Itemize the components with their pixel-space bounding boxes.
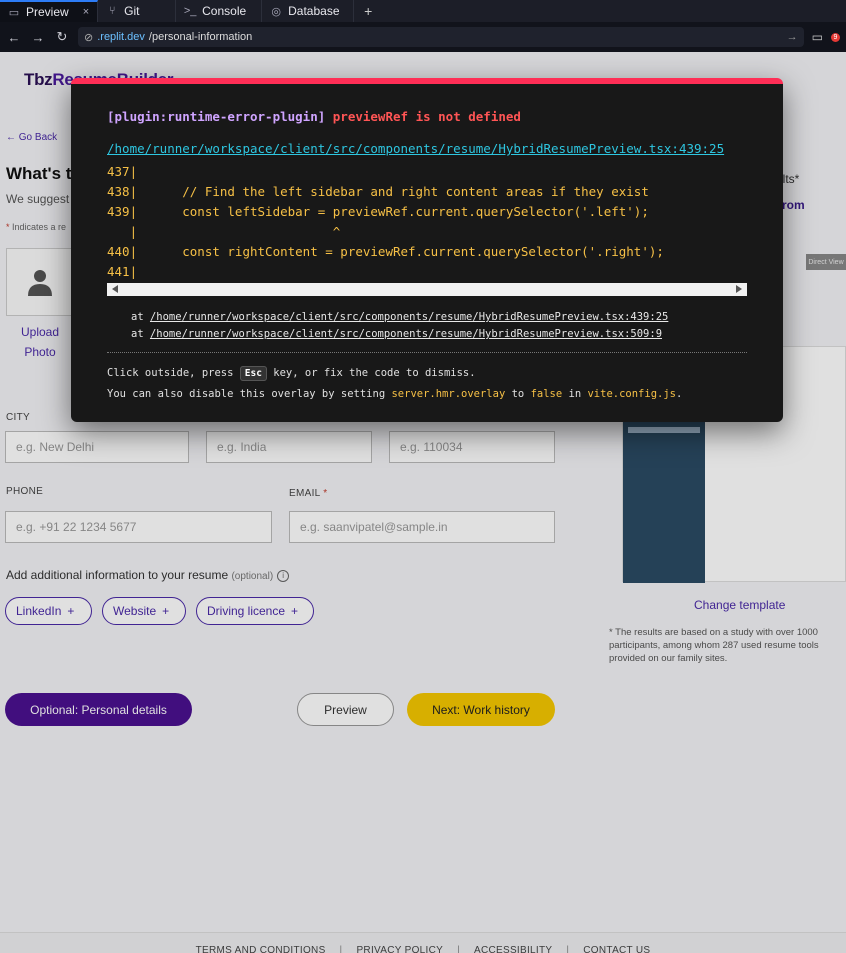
dismiss-tip: Click outside, press Esc key, or fix the…	[107, 363, 682, 404]
tip-text: You can also disable this overlay by set…	[107, 388, 392, 400]
stack-line: at /home/runner/workspace/client/src/com…	[131, 326, 668, 343]
scroll-left-icon[interactable]	[112, 285, 118, 293]
tab-label: Git	[124, 4, 140, 18]
open-external-icon[interactable]: →	[787, 31, 798, 43]
scroll-right-icon[interactable]	[736, 285, 742, 293]
url-actions: ▭ 9	[812, 30, 840, 44]
notification-badge[interactable]: 9	[831, 32, 840, 42]
tab-database[interactable]: ◎ Database	[262, 0, 355, 22]
divider	[107, 352, 747, 353]
tab-preview[interactable]: ▭ Preview ×	[0, 0, 99, 22]
database-icon: ◎	[271, 5, 281, 18]
tab-bar: ▭ Preview × ⑂ Git >_ Console ◎ Database …	[0, 0, 846, 22]
tip-text: in	[562, 388, 588, 400]
tip-line-1: Click outside, press Esc key, or fix the…	[107, 363, 682, 384]
stack-at: at	[131, 328, 150, 340]
tip-value: false	[530, 388, 563, 400]
close-icon[interactable]: ×	[83, 6, 89, 18]
url-domain: .replit.dev	[97, 31, 145, 43]
code-line: 437|	[107, 164, 138, 179]
forward-arrow-icon[interactable]: →	[30, 30, 46, 45]
terminal-icon: >_	[183, 5, 197, 17]
address-field[interactable]: ⊘ .replit.dev/personal-information →	[78, 27, 804, 47]
error-file-link[interactable]: /home/runner/workspace/client/src/compon…	[107, 141, 724, 156]
url-bar: ← → ↻ ⊘ .replit.dev/personal-information…	[0, 22, 846, 52]
tab-label: Console	[202, 4, 247, 18]
tip-line-2: You can also disable this overlay by set…	[107, 384, 682, 404]
code-line: 441|	[107, 264, 138, 279]
back-arrow-icon[interactable]: ←	[6, 30, 22, 45]
error-text: previewRef is not defined	[332, 109, 521, 124]
esc-key: Esc	[239, 366, 267, 381]
git-branch-icon: ⑂	[108, 5, 116, 17]
error-plugin: [plugin:runtime-error-plugin]	[107, 109, 326, 124]
tab-label: Preview	[26, 5, 69, 19]
tip-text: to	[505, 388, 531, 400]
code-frame: 437| 438| // Find the left sidebar and ri…	[107, 162, 664, 282]
code-line: 440| const rightContent = previewRef.cur…	[107, 244, 664, 259]
stack-at: at	[131, 311, 150, 323]
tip-file: vite.config.js	[587, 388, 676, 400]
stack-link[interactable]: /home/runner/workspace/client/src/compon…	[150, 311, 668, 323]
error-overlay: [plugin:runtime-error-plugin] previewRef…	[71, 78, 783, 422]
devices-icon[interactable]: ▭	[812, 30, 823, 44]
link-icon: ⊘	[84, 31, 94, 44]
tip-text: key, or fix the code to dismiss.	[266, 367, 476, 379]
horizontal-scrollbar[interactable]	[107, 283, 747, 296]
code-line: | ^	[107, 224, 341, 239]
tip-text: Click outside, press	[107, 367, 240, 379]
stack-line: at /home/runner/workspace/client/src/com…	[131, 309, 668, 326]
tab-label: Database	[288, 4, 340, 18]
code-line: 439| const leftSidebar = previewRef.curr…	[107, 204, 649, 219]
code-line: 438| // Find the left sidebar and right …	[107, 184, 649, 199]
stack-link[interactable]: /home/runner/workspace/client/src/compon…	[150, 328, 662, 340]
tab-console[interactable]: >_ Console	[176, 0, 263, 22]
reload-icon[interactable]: ↻	[54, 29, 70, 45]
add-tab-button[interactable]: +	[354, 3, 382, 19]
stack-trace: at /home/runner/workspace/client/src/com…	[131, 309, 668, 343]
url-path: /personal-information	[148, 31, 253, 43]
error-message: [plugin:runtime-error-plugin] previewRef…	[107, 109, 521, 124]
tab-git[interactable]: ⑂ Git	[98, 0, 177, 22]
tip-setting: server.hmr.overlay	[391, 388, 506, 400]
monitor-icon: ▭	[8, 6, 20, 19]
tip-text: .	[676, 388, 683, 400]
